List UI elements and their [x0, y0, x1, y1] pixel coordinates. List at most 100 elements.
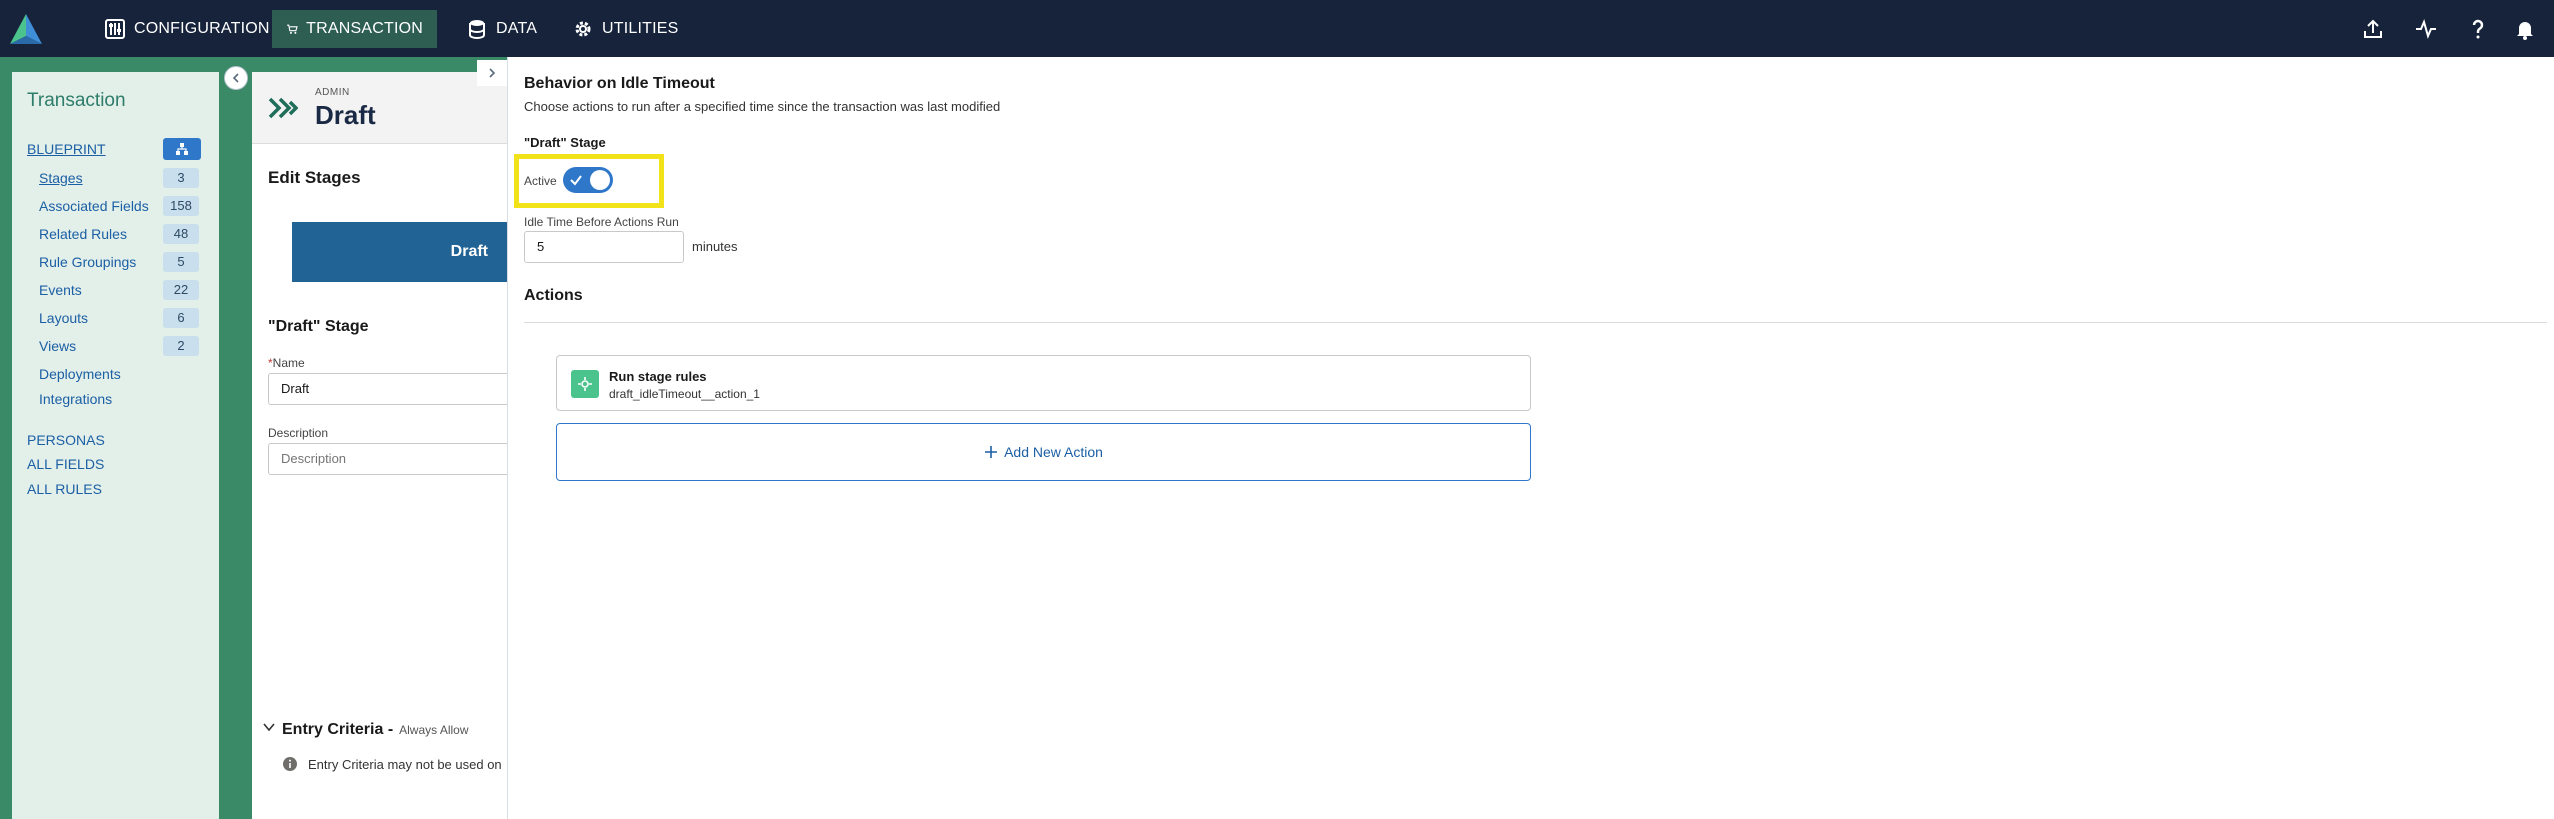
idle-time-label: Idle Time Before Actions Run	[524, 215, 679, 229]
sidebar-blueprint-row: BLUEPRINT	[12, 137, 219, 161]
sidebar-item-label[interactable]: Views	[39, 338, 76, 354]
sidebar-blueprint-link[interactable]: BLUEPRINT	[27, 141, 106, 157]
nav-transaction-label: TRANSACTION	[306, 20, 423, 37]
entry-criteria-note: Entry Criteria may not be used on	[282, 756, 502, 772]
description-input[interactable]: Description	[268, 443, 508, 475]
action-id: draft_idleTimeout__action_1	[609, 387, 760, 401]
hierarchy-icon	[176, 143, 188, 155]
sidebar-item-label[interactable]: Related Rules	[39, 226, 127, 242]
panel-expand-button[interactable]	[477, 60, 507, 86]
chevron-down-icon	[263, 723, 275, 732]
nav-transaction[interactable]: TRANSACTION	[272, 10, 437, 48]
activity-icon[interactable]	[2411, 14, 2441, 44]
name-label: *Name	[268, 356, 305, 370]
collapse-sidebar-button[interactable]	[224, 66, 248, 90]
database-icon	[469, 20, 485, 40]
gear-icon	[575, 21, 591, 37]
count-badge: 158	[163, 196, 199, 216]
sidebar-item-integrations[interactable]: Integrations	[12, 387, 219, 411]
page-eyebrow: ADMIN	[315, 87, 350, 98]
sidebar-link-label[interactable]: ALL FIELDS	[27, 456, 104, 472]
top-nav-bar: CONFIGURATION TRANSACTION DATA UTILITIES	[0, 0, 2554, 57]
rules-icon	[578, 377, 592, 391]
entry-note-text: Entry Criteria may not be used on	[308, 756, 502, 772]
stage-draft-pill[interactable]: Draft	[292, 222, 508, 282]
page-title: Draft	[315, 100, 376, 130]
edit-stages-heading: Edit Stages	[268, 168, 361, 187]
count-badge: 3	[163, 168, 199, 188]
chevron-left-icon	[232, 73, 239, 83]
active-label: Active	[524, 174, 557, 188]
panel-title: Behavior on Idle Timeout	[524, 75, 715, 92]
sidebar-item-label[interactable]: Layouts	[39, 310, 88, 326]
add-new-action-button[interactable]: Add New Action	[556, 423, 1531, 481]
active-toggle[interactable]	[563, 167, 613, 193]
sidebar-item-label[interactable]: Events	[39, 282, 82, 298]
sidebar-item-events[interactable]: Events 22	[12, 278, 219, 302]
sidebar-link-label[interactable]: ALL RULES	[27, 481, 102, 497]
sidebar-item-deployments[interactable]: Deployments	[12, 362, 219, 386]
upload-icon[interactable]	[2358, 14, 2388, 44]
sidebar-title: Transaction	[27, 90, 126, 111]
nav-configuration[interactable]: CONFIGURATION	[90, 10, 284, 48]
idle-time-unit: minutes	[692, 239, 738, 254]
blueprint-button[interactable]	[163, 138, 201, 160]
count-badge: 2	[163, 336, 199, 356]
sidebar-link-label[interactable]: PERSONAS	[27, 432, 105, 448]
entry-criteria-title: Entry Criteria -	[282, 721, 394, 738]
action-name: Run stage rules	[609, 369, 707, 384]
name-input[interactable]: Draft	[268, 373, 508, 405]
page-header: ADMIN Draft	[252, 72, 508, 144]
sidebar-item-label[interactable]: Stages	[39, 170, 83, 186]
nav-data[interactable]: DATA	[452, 10, 551, 48]
stage-chevrons-icon	[268, 97, 298, 119]
description-label: Description	[268, 426, 329, 440]
sidebar-item-stages[interactable]: Stages 3	[12, 166, 219, 190]
divider	[524, 322, 2547, 323]
idle-timeout-panel: Behavior on Idle Timeout Choose actions …	[507, 57, 2554, 819]
name-label-text: Name	[272, 356, 305, 370]
nav-configuration-label: CONFIGURATION	[134, 20, 270, 37]
count-badge: 6	[163, 308, 199, 328]
cart-icon	[287, 24, 298, 34]
entry-criteria-mode: Always Allow	[399, 723, 469, 737]
configuration-icon	[105, 19, 125, 39]
sidebar-item-label[interactable]: Integrations	[39, 391, 112, 407]
entry-criteria-header[interactable]: Entry Criteria - Always Allow	[262, 720, 469, 739]
sidebar-item-associated-fields[interactable]: Associated Fields 158	[12, 194, 219, 218]
action-card[interactable]: Run stage rules draft_idleTimeout__actio…	[556, 355, 1531, 411]
panel-subtitle: Choose actions to run after a specified …	[524, 99, 1001, 114]
nav-data-label: DATA	[496, 20, 538, 37]
count-badge: 5	[163, 252, 199, 272]
sidebar-item-label[interactable]: Deployments	[39, 366, 121, 382]
nav-utilities[interactable]: UTILITIES	[558, 10, 692, 48]
stage-editor: ADMIN Draft Edit Stages Draft "Draft" St…	[252, 72, 508, 819]
sidebar-item-rule-groupings[interactable]: Rule Groupings 5	[12, 250, 219, 274]
sidebar-item-related-rules[interactable]: Related Rules 48	[12, 222, 219, 246]
add-action-label: Add New Action	[1004, 444, 1103, 460]
actions-heading: Actions	[524, 287, 583, 304]
sidebar-item-views[interactable]: Views 2	[12, 334, 219, 358]
count-badge: 22	[163, 280, 199, 300]
check-icon	[570, 175, 582, 186]
app-logo[interactable]	[6, 10, 46, 48]
plus-icon	[985, 446, 998, 458]
sidebar-link-all-rules[interactable]: ALL RULES	[12, 477, 219, 501]
stage-section-heading: "Draft" Stage	[268, 318, 369, 335]
sidebar-item-label[interactable]: Associated Fields	[39, 198, 149, 214]
count-badge: 48	[163, 224, 199, 244]
sidebar-link-personas[interactable]: PERSONAS	[12, 428, 219, 452]
sidebar-link-all-fields[interactable]: ALL FIELDS	[12, 452, 219, 476]
help-icon[interactable]	[2463, 14, 2493, 44]
idle-time-input[interactable]: 5	[524, 231, 684, 263]
info-icon	[283, 757, 297, 771]
toggle-knob	[590, 170, 610, 190]
panel-stage-label: "Draft" Stage	[524, 135, 606, 150]
action-type-icon	[571, 370, 599, 398]
nav-utilities-label: UTILITIES	[602, 20, 679, 37]
chevron-right-icon	[489, 68, 496, 78]
bell-icon[interactable]	[2510, 14, 2540, 44]
sidebar-item-label[interactable]: Rule Groupings	[39, 254, 136, 270]
blueprint-sidebar: Transaction BLUEPRINT Stages 3 Associate…	[12, 72, 219, 819]
sidebar-item-layouts[interactable]: Layouts 6	[12, 306, 219, 330]
